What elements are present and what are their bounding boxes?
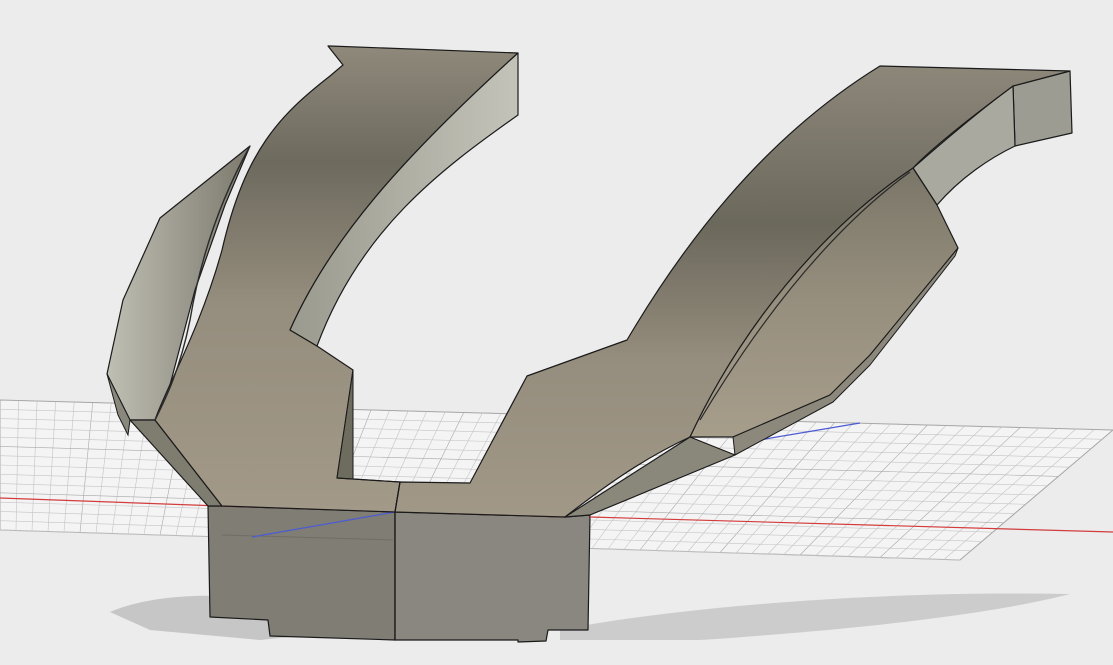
3d-viewport[interactable]	[0, 0, 1113, 665]
model-scene[interactable]	[0, 0, 1113, 665]
